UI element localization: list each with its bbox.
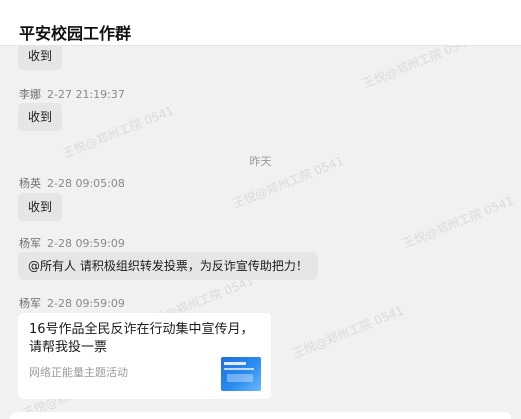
message-bubble[interactable]: 收到 <box>18 103 63 131</box>
message-meta: 杨军 2-28 09:59:09 <box>19 235 125 251</box>
watermark-text: 王悦@郑州工院 0541 <box>360 46 476 91</box>
message-time: 2-27 21:19:37 <box>47 88 125 101</box>
date-separator: 昨天 <box>249 155 272 168</box>
card-title: 16号作品全民反诈在行动集中宣传月，请帮我投一票 <box>29 322 254 355</box>
message-time: 2-28 09:05:08 <box>47 177 125 190</box>
message-time: 2-28 09:59:09 <box>47 297 125 310</box>
message-bubble[interactable]: 收到 <box>18 46 63 70</box>
sender-name[interactable]: 杨英 <box>19 177 41 190</box>
link-card[interactable]: 16号作品全民反诈在行动集中宣传月，请帮我投一票 网络正能量主题活动 <box>18 313 271 399</box>
chat-header: 平安校园工作群 <box>0 0 521 46</box>
input-area-edge[interactable] <box>10 412 511 419</box>
message-time: 2-28 09:59:09 <box>47 237 125 250</box>
message-list[interactable]: 王悦@郑州工院 0541 王悦@郑州工院 0541 王悦@郑州工院 0541 王… <box>0 46 521 419</box>
message-meta: 杨军 2-28 09:59:09 <box>19 295 125 311</box>
message-bubble[interactable]: @所有人 请积极组织转发投票，为反诈宣传助把力！ <box>18 252 318 280</box>
message-bubble[interactable]: 收到 <box>18 193 63 221</box>
card-thumbnail-image <box>221 357 261 391</box>
sender-name[interactable]: 杨军 <box>19 237 41 250</box>
card-source: 网络正能量主题活动 <box>29 366 128 379</box>
sender-name[interactable]: 杨军 <box>19 297 41 310</box>
message-meta: 李娜 2-27 21:19:37 <box>19 86 125 102</box>
watermark-text: 王悦@郑州工院 0541 <box>290 303 406 361</box>
group-title: 平安校园工作群 <box>19 24 132 43</box>
message-meta: 杨英 2-28 09:05:08 <box>19 175 125 191</box>
watermark-text: 王悦@郑州工院 0541 <box>400 193 516 251</box>
sender-name[interactable]: 李娜 <box>19 88 41 101</box>
